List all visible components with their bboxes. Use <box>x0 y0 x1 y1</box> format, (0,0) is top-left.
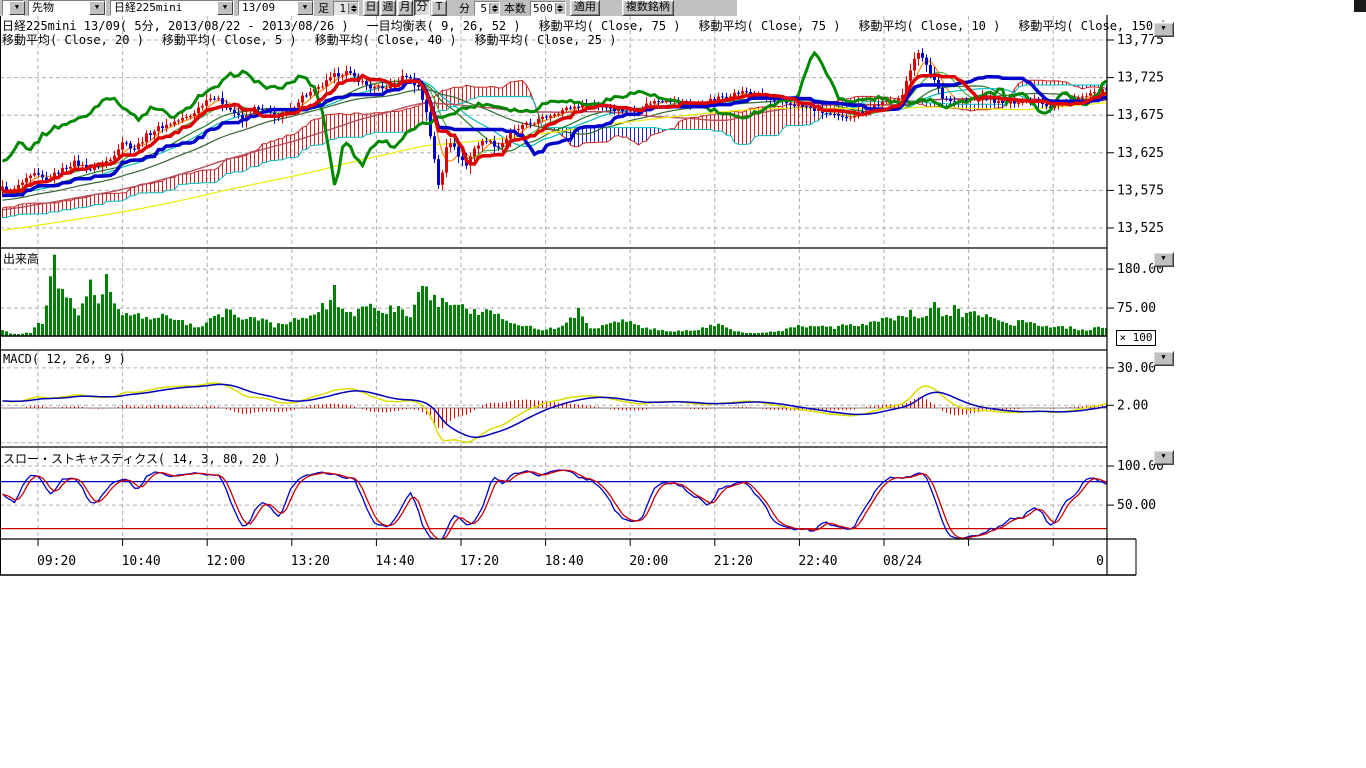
spinner-arrows-icon[interactable] <box>489 3 499 14</box>
down-arrow-icon: ▼ <box>1161 452 1165 460</box>
svg-text:13,625: 13,625 <box>1117 146 1164 161</box>
legend-ma20: 移動平均( Close, 20 ) <box>2 33 144 47</box>
legend-ma10: 移動平均( Close, 10 ) <box>858 19 1000 33</box>
svg-text:30.00: 30.00 <box>1117 361 1156 376</box>
minute-stepper-value: 5 <box>475 2 489 15</box>
down-arrow-icon: ▼ <box>1161 353 1165 361</box>
minute-stepper[interactable]: 5 <box>474 1 500 16</box>
legend-ma5: 移動平均( Close, 5 ) <box>162 33 297 47</box>
svg-text:0: 0 <box>1096 554 1104 569</box>
down-arrow-icon: ▼ <box>1161 24 1165 32</box>
period-day-button[interactable]: 日 <box>363 0 379 16</box>
svg-text:75.00: 75.00 <box>1117 301 1156 316</box>
symbol-combo[interactable]: 日経225mini ▼ <box>110 0 234 16</box>
svg-text:21:20: 21:20 <box>714 554 753 569</box>
svg-text:10:40: 10:40 <box>122 554 161 569</box>
legend-ma150: 移動平均( Close, 150 ) <box>1018 19 1167 33</box>
svg-text:09:20: 09:20 <box>37 554 76 569</box>
svg-text:22:40: 22:40 <box>798 554 837 569</box>
svg-text:50.00: 50.00 <box>1117 498 1156 513</box>
minute-label: 分 <box>459 0 470 16</box>
contract-month-combo[interactable]: 13/09 ▼ <box>238 0 314 16</box>
spinner-arrows-icon[interactable] <box>348 3 358 14</box>
down-arrow-icon: ▼ <box>1161 254 1165 262</box>
svg-text:13,575: 13,575 <box>1117 183 1164 198</box>
svg-text:12:00: 12:00 <box>206 554 245 569</box>
legend-ma25: 移動平均( Close, 25 ) <box>475 33 617 47</box>
spinner-arrows-icon[interactable] <box>555 3 565 14</box>
svg-text:08/24: 08/24 <box>883 554 922 569</box>
window-corner-box <box>1354 0 1366 12</box>
period-minute-button[interactable]: 分 <box>414 0 430 16</box>
chevron-down-icon[interactable]: ▼ <box>89 1 105 15</box>
interval-stepper[interactable]: 1 <box>333 1 359 16</box>
svg-text:14:40: 14:40 <box>375 554 414 569</box>
category-combo[interactable]: 先物 ▼ <box>28 0 106 16</box>
svg-text:18:40: 18:40 <box>545 554 584 569</box>
chevron-down-icon[interactable]: ▼ <box>297 1 313 15</box>
legend-ma75b: 移動平均( Close, 75 ) <box>699 19 841 33</box>
legend-row-2: 移動平均( Close, 20 ) 移動平均( Close, 5 ) 移動平均( C… <box>2 31 634 48</box>
preset-combo[interactable]: ▼ <box>2 0 24 16</box>
period-button-group: 日 週 月 分 T <box>363 0 447 16</box>
volume-scale-button[interactable]: ▼ <box>1153 252 1174 267</box>
svg-text:13,725: 13,725 <box>1117 71 1164 86</box>
svg-text:2.00: 2.00 <box>1117 398 1148 413</box>
chevron-down-icon[interactable]: ▼ <box>9 1 25 15</box>
legend-ma40: 移動平均( Close, 40 ) <box>315 33 457 47</box>
svg-text:20:00: 20:00 <box>629 554 668 569</box>
chart-canvas[interactable]: 13,77513,72513,67513,62513,57513,525180.… <box>0 0 1366 578</box>
bars-count-stepper-value: 500 <box>531 2 555 15</box>
bars-count-label: 本数 <box>504 0 526 16</box>
toolbar: ▼ 先物 ▼ 日経225mini ▼ 13/09 ▼ 足 1 日 週 月 分 T… <box>0 0 737 16</box>
interval-stepper-value: 1 <box>334 2 348 15</box>
volume-pane-title: 出来高 <box>3 250 39 267</box>
symbol-combo-value: 日経225mini <box>111 2 217 14</box>
trading-app-window: ▼ 先物 ▼ 日経225mini ▼ 13/09 ▼ 足 1 日 週 月 分 T… <box>0 0 1366 768</box>
category-combo-value: 先物 <box>29 2 89 14</box>
svg-text:17:20: 17:20 <box>460 554 499 569</box>
multi-symbol-button[interactable]: 複数銘柄 <box>622 0 674 16</box>
contract-month-combo-value: 13/09 <box>239 2 297 14</box>
volume-multiplier-badge: × 100 <box>1116 330 1156 346</box>
svg-text:13:20: 13:20 <box>291 554 330 569</box>
apply-button[interactable]: 適用 <box>570 0 600 16</box>
period-month-button[interactable]: 月 <box>397 0 413 16</box>
svg-text:13,675: 13,675 <box>1117 108 1164 123</box>
chevron-down-icon[interactable]: ▼ <box>217 1 233 15</box>
svg-text:13,525: 13,525 <box>1117 221 1164 236</box>
period-tick-button[interactable]: T <box>431 0 447 16</box>
bar-type-label: 足 <box>318 0 329 16</box>
period-week-button[interactable]: 週 <box>380 0 396 16</box>
macd-scale-button[interactable]: ▼ <box>1153 351 1174 366</box>
bars-count-stepper[interactable]: 500 <box>530 1 566 16</box>
stoch-scale-button[interactable]: ▼ <box>1153 450 1174 465</box>
macd-pane-title: MACD( 12, 26, 9 ) <box>3 352 126 366</box>
stoch-pane-title: スロー・ストキャスティクス( 14, 3, 80, 20 ) <box>3 450 281 467</box>
price-scale-button[interactable]: ▼ <box>1153 22 1174 37</box>
